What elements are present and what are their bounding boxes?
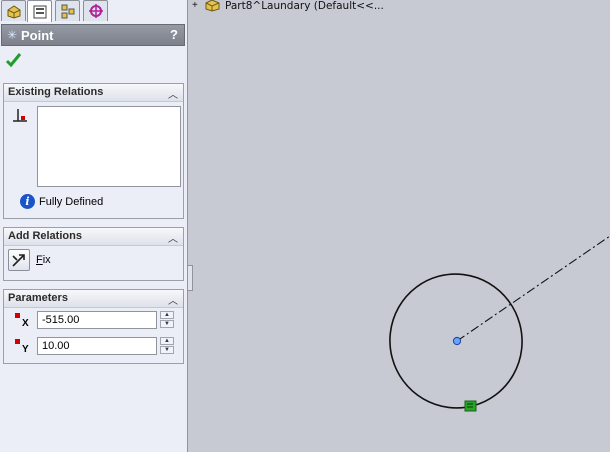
x-coordinate-icon: X	[14, 312, 29, 330]
y-coordinate-icon: Y	[14, 338, 29, 356]
existing-relations-group: Existing Relations ︿ i Fully Defined	[3, 83, 184, 219]
spin-down-icon[interactable]: ▼	[160, 320, 174, 328]
ok-button[interactable]	[5, 52, 23, 71]
fix-label-mnemonic: F	[36, 254, 43, 266]
fix-label[interactable]: Fix	[36, 254, 51, 266]
relation-marker-icon[interactable]	[464, 400, 477, 412]
part-name-label: Part8^Laundary (Default<<...	[225, 0, 384, 12]
spin-up-icon[interactable]: ▲	[160, 311, 174, 319]
collapse-chevron-icon[interactable]: ︿	[168, 292, 178, 307]
feature-manager-tab[interactable]	[1, 0, 26, 21]
status-fully-defined: i Fully Defined	[20, 194, 103, 209]
y-coordinate-row: Y ▲▼	[12, 337, 182, 357]
checkmark-icon	[5, 53, 22, 68]
property-manager-tab[interactable]	[27, 0, 52, 22]
dimxpert-manager-tab[interactable]	[83, 0, 108, 21]
status-text: Fully Defined	[39, 195, 104, 208]
spin-down-icon[interactable]: ▼	[160, 346, 174, 354]
y-spinner[interactable]: ▲ ▼	[160, 337, 174, 355]
add-relations-header[interactable]: Add Relations ︿	[4, 228, 183, 246]
collapse-chevron-icon[interactable]: ︿	[168, 230, 178, 245]
x-coordinate-input[interactable]	[37, 311, 157, 329]
relations-icon	[13, 109, 27, 122]
spin-up-icon[interactable]: ▲	[160, 337, 174, 345]
property-manager-title-bar: ✳ Point ?	[1, 24, 185, 46]
collapse-chevron-icon[interactable]: ︿	[168, 86, 178, 101]
help-button[interactable]: ?	[170, 27, 178, 42]
add-relations-group: Add Relations ︿ Fix	[3, 227, 184, 281]
expand-icon[interactable]: +	[192, 0, 201, 11]
dimxpert-icon	[89, 4, 103, 18]
parameters-group: Parameters ︿ X ▲▼ Y ▲▼	[3, 289, 184, 364]
configuration-manager-icon	[61, 4, 75, 19]
page-title: Point	[21, 28, 54, 43]
existing-relations-title: Existing Relations	[8, 86, 104, 98]
existing-relations-list[interactable]	[37, 106, 181, 187]
part-icon	[205, 0, 220, 12]
fix-label-rest: ix	[42, 254, 51, 266]
fix-relation-button[interactable]	[8, 249, 30, 271]
y-coordinate-input[interactable]	[37, 337, 157, 355]
property-manager-panel: ✳ Point ? Existing Relations ︿ i Fully De…	[0, 0, 188, 452]
info-icon: i	[20, 194, 35, 209]
fix-anchor-icon	[12, 254, 25, 267]
add-relations-title: Add Relations	[8, 230, 82, 242]
configuration-manager-tab[interactable]	[55, 0, 80, 21]
parameters-header[interactable]: Parameters ︿	[4, 290, 183, 308]
sketch-point[interactable]	[452, 336, 462, 346]
parameters-title: Parameters	[8, 292, 68, 304]
property-manager-icon	[33, 5, 47, 19]
existing-relations-header[interactable]: Existing Relations ︿	[4, 84, 183, 102]
point-icon: ✳	[7, 28, 18, 42]
feature-manager-icon	[7, 5, 21, 19]
x-spinner[interactable]: ▲ ▼	[160, 311, 174, 329]
manager-tabs	[0, 0, 187, 22]
graphics-area[interactable]	[188, 0, 610, 452]
x-coordinate-row: X ▲▼	[12, 311, 182, 331]
construction-centerline[interactable]	[456, 235, 610, 342]
